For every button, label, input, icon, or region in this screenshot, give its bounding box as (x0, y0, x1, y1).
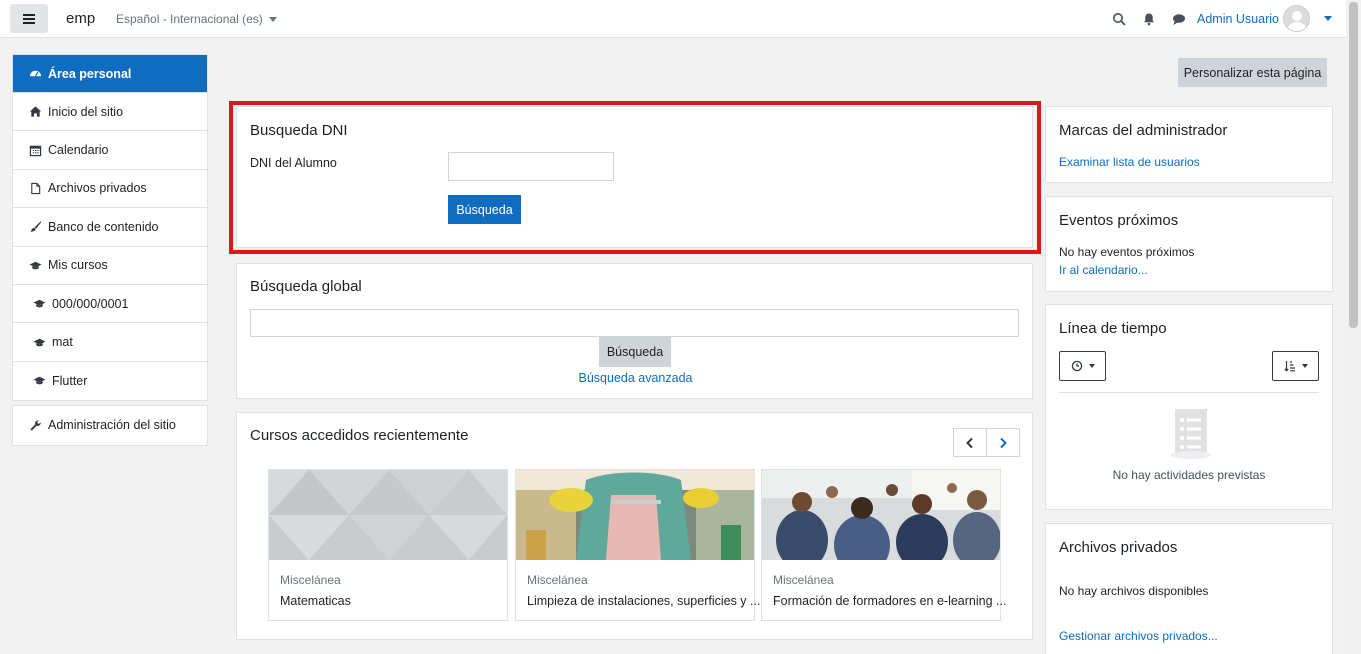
chevron-right-icon (1000, 437, 1007, 448)
dni-field-label: DNI del Alumno (250, 156, 337, 170)
private-files-title: Archivos privados (1059, 539, 1178, 556)
no-files-text: No hay archivos disponibles (1059, 584, 1209, 598)
user-menu-name[interactable]: Admin Usuario (1197, 12, 1279, 26)
dni-search-card: Busqueda DNI DNI del Alumno Búsqueda (236, 106, 1033, 248)
upcoming-events-title: Eventos próximos (1059, 212, 1179, 229)
dni-search-button[interactable]: Búsqueda (448, 195, 521, 224)
timeline-sort-dropdown[interactable] (1272, 351, 1319, 381)
sidebar-item-label: mat (52, 335, 73, 350)
dashboard-icon (29, 70, 42, 77)
timeline-block: Línea de tiempo No hay actividades previ… (1045, 304, 1333, 510)
sidebar-item-private-files[interactable]: Archivos privados (13, 170, 207, 209)
graduation-cap-icon (33, 338, 46, 346)
course-category: Miscelánea (773, 573, 834, 587)
recent-courses-title: Cursos accedidos recientemente (250, 427, 469, 444)
brush-icon (30, 221, 42, 232)
scrollbar-thumb[interactable] (1349, 2, 1358, 328)
hamburger-icon (23, 13, 35, 24)
sidebar-item-label: Flutter (52, 373, 88, 388)
language-label: Español - Internacional (es) (116, 12, 263, 26)
sidebar-item-my-courses[interactable]: Mis cursos (13, 247, 207, 285)
course-pager (953, 428, 1020, 457)
user-menu-chevron-down-icon[interactable] (1324, 16, 1332, 21)
sidebar-item-label: 000/000/0001 (52, 296, 129, 311)
site-name-link[interactable]: emp (66, 10, 95, 27)
dni-search-title: Busqueda DNI (250, 122, 348, 139)
sidebar-item-course-flutter[interactable]: Flutter (13, 362, 207, 400)
sidebar-item-course-mat[interactable]: mat (13, 323, 207, 362)
clock-icon (1071, 360, 1082, 372)
course-image (762, 470, 1000, 560)
sidebar-item-area-personal[interactable]: Área personal (13, 55, 207, 93)
previous-page-button[interactable] (954, 429, 987, 456)
no-upcoming-events-text: No hay eventos próximos (1059, 245, 1195, 259)
dni-input[interactable] (448, 152, 614, 181)
no-activities-text: No hay actividades previstas (1112, 468, 1266, 482)
sidebar-item-calendar[interactable]: Calendario (13, 131, 207, 170)
sidebar-item-label: Administración del sitio (48, 418, 176, 433)
avatar[interactable] (1283, 5, 1310, 32)
global-search-input[interactable] (250, 309, 1019, 337)
global-search-card: Búsqueda global Búsqueda Búsqueda avanza… (236, 263, 1033, 399)
sidebar-item-label: Calendario (48, 143, 109, 158)
browse-users-link[interactable]: Examinar lista de usuarios (1059, 155, 1200, 169)
sidebar-item-site-admin[interactable]: Administración del sitio (13, 406, 207, 444)
course-name-link[interactable]: Matematicas (280, 594, 351, 608)
recent-courses-card: Cursos accedidos recientemente Misceláne… (236, 412, 1033, 640)
timeline-filter-dropdown[interactable] (1059, 351, 1106, 381)
global-search-button[interactable]: Búsqueda (599, 337, 671, 367)
file-icon (31, 182, 41, 195)
sidebar-item-label: Inicio del sitio (48, 104, 124, 119)
chat-bubble-icon[interactable] (1171, 11, 1187, 27)
top-navbar: emp Español - Internacional (es) Admin U… (0, 0, 1346, 38)
graduation-cap-icon (33, 299, 46, 308)
chevron-down-icon (268, 16, 277, 22)
page-scrollbar[interactable] (1346, 0, 1361, 654)
chevron-down-icon (1088, 364, 1095, 368)
course-name-link[interactable]: Formación de formadores en e-learning ..… (773, 594, 1006, 608)
go-to-calendar-link[interactable]: Ir al calendario... (1059, 263, 1148, 277)
course-category: Miscelánea (280, 573, 341, 587)
course-category: Miscelánea (527, 573, 588, 587)
admin-bookmarks-block: Marcas del administrador Examinar lista … (1045, 106, 1333, 183)
course-image (269, 470, 507, 560)
sidebar-item-label: Archivos privados (48, 181, 147, 196)
course-name-link[interactable]: Limpieza de instalaciones, superficies y… (527, 594, 760, 608)
drawer-toggle-button[interactable] (10, 4, 48, 33)
upcoming-events-block: Eventos próximos No hay eventos próximos… (1045, 196, 1333, 292)
empty-list-icon (1171, 409, 1211, 459)
sidebar-item-course-000-000-0001[interactable]: 000/000/0001 (13, 285, 207, 324)
sidebar-item-label: Área personal (48, 66, 132, 81)
divider (1059, 392, 1319, 393)
graduation-cap-icon (33, 377, 46, 385)
next-page-button[interactable] (987, 429, 1019, 456)
manage-private-files-link[interactable]: Gestionar archivos privados... (1059, 629, 1218, 643)
advanced-search-link[interactable]: Búsqueda avanzada (237, 371, 1034, 385)
home-icon (29, 106, 42, 117)
customize-page-button[interactable]: Personalizar esta página (1178, 58, 1327, 87)
sidebar-item-label: Banco de contenido (48, 219, 159, 234)
course-image (516, 470, 754, 560)
timeline-title: Línea de tiempo (1059, 320, 1167, 337)
course-card[interactable]: Miscelánea Limpieza de instalaciones, su… (515, 469, 760, 621)
course-card[interactable]: Miscelánea Formación de formadores en e-… (761, 469, 1006, 621)
sidebar-item-content-bank[interactable]: Banco de contenido (13, 208, 207, 247)
graduation-cap-icon (29, 261, 42, 270)
sidebar-item-site-home[interactable]: Inicio del sitio (13, 93, 207, 132)
calendar-icon (29, 145, 42, 156)
sidebar-nav: Área personal Inicio del sitio Calendari… (12, 54, 208, 446)
chevron-left-icon (966, 437, 973, 448)
sort-icon (1283, 361, 1295, 372)
course-card[interactable]: Miscelánea Matematicas (268, 469, 508, 621)
search-icon[interactable] (1111, 11, 1127, 27)
private-files-block: Archivos privados No hay archivos dispon… (1045, 523, 1333, 654)
global-search-title: Búsqueda global (250, 278, 362, 295)
chevron-down-icon (1301, 364, 1308, 368)
language-menu[interactable]: Español - Internacional (es) (116, 12, 277, 26)
admin-bookmarks-title: Marcas del administrador (1059, 122, 1228, 139)
wrench-icon (30, 420, 41, 431)
bell-icon[interactable] (1141, 11, 1157, 27)
sidebar-item-label: Mis cursos (48, 258, 108, 273)
